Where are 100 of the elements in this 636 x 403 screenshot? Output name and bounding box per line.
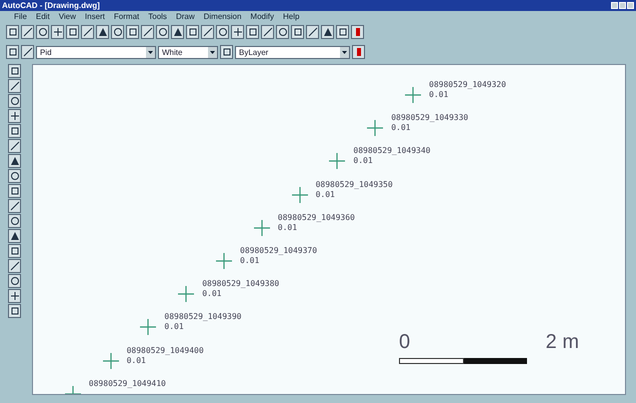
point-value: 0.01: [316, 190, 336, 200]
menu-item[interactable]: Tools: [148, 12, 167, 21]
menu-item[interactable]: View: [58, 12, 76, 21]
layer-dropdown[interactable]: Pid: [36, 46, 156, 58]
toolbar-button[interactable]: [220, 45, 233, 59]
triangle-icon: [10, 231, 20, 241]
toolbar-button[interactable]: [21, 25, 34, 39]
scale-end-label: 2 m: [546, 331, 579, 354]
toolbar-button[interactable]: [141, 25, 154, 39]
toolbar-button[interactable]: [351, 25, 364, 39]
circle-icon: [112, 27, 122, 37]
triangle-icon: [322, 27, 332, 37]
toolbar-button[interactable]: [8, 244, 21, 258]
menu-item[interactable]: Insert: [84, 12, 105, 21]
point-label: 08980529_1049330: [391, 113, 468, 124]
toolbar-button[interactable]: [6, 25, 19, 39]
point-value: 0.01: [202, 289, 222, 300]
point-value: 0.01: [278, 222, 298, 233]
toolbar-button[interactable]: [126, 25, 139, 39]
toolbar-button[interactable]: [352, 45, 365, 59]
toolbar-button[interactable]: [8, 109, 21, 123]
point-value: 0.01: [391, 123, 412, 134]
cross-icon: [232, 27, 242, 37]
toolbar-button[interactable]: [336, 25, 349, 39]
toolbar-button[interactable]: [96, 25, 109, 39]
square-icon: [8, 27, 18, 37]
menu-item[interactable]: Edit: [36, 12, 50, 21]
caret-icon: [146, 46, 155, 58]
toolbar-button[interactable]: [291, 25, 304, 39]
cross-marker-icon: [405, 87, 421, 103]
toolbar-button[interactable]: [8, 259, 21, 273]
menu-item[interactable]: Modify: [250, 12, 274, 21]
toolbar-button[interactable]: [8, 199, 21, 213]
window-title: AutoCAD - [Drawing.dwg]: [2, 1, 100, 10]
square-icon: [338, 27, 348, 37]
square-icon: [10, 306, 20, 316]
diagonal-line-icon: [308, 27, 318, 37]
circle-icon: [10, 171, 20, 181]
toolbar-button[interactable]: [81, 25, 94, 39]
toolbar-button[interactable]: [306, 25, 319, 39]
square-icon: [10, 126, 20, 136]
toolbar-button[interactable]: [156, 25, 169, 39]
circle-icon: [10, 276, 20, 286]
point-label: 08980529_1049350: [316, 180, 393, 190]
toolbar-button[interactable]: [8, 64, 21, 78]
point-value: 0.01: [126, 356, 147, 366]
square-icon: [222, 47, 232, 57]
point-label: 08980529_1049410: [88, 378, 166, 389]
menu-item[interactable]: Help: [282, 12, 300, 21]
toolbar-button[interactable]: [246, 25, 259, 39]
point-label: 08980529_1049380: [202, 279, 280, 290]
diagonal-line-icon: [10, 201, 20, 211]
toolbar-button[interactable]: [8, 139, 21, 153]
toolbar-button[interactable]: [111, 25, 124, 39]
toolbar-button[interactable]: [8, 229, 21, 243]
toolbar-button[interactable]: [8, 94, 21, 108]
toolbar-button[interactable]: [21, 45, 34, 59]
cross-marker-icon: [102, 352, 119, 369]
cross-marker-icon: [140, 319, 156, 336]
menu-item[interactable]: Draw: [176, 12, 195, 21]
toolbar-button[interactable]: [321, 25, 334, 39]
point-label: 08980529_1049360: [278, 212, 355, 223]
toolbar-button[interactable]: [8, 214, 21, 228]
color-dropdown[interactable]: White: [158, 46, 218, 58]
toolbar-button[interactable]: [231, 25, 244, 39]
diagonal-line-icon: [82, 27, 92, 37]
cross-marker-icon: [329, 153, 346, 170]
cross-marker-icon: [178, 286, 194, 302]
cross-icon: [10, 111, 20, 121]
scale-start-label: 0: [399, 331, 410, 354]
menu-item[interactable]: Dimension: [204, 12, 242, 21]
point-label: 08980529_1049390: [164, 312, 242, 322]
toolbar-button[interactable]: [8, 124, 21, 138]
square-icon: [248, 27, 258, 37]
caret-icon: [340, 46, 349, 58]
toolbar-button[interactable]: [201, 25, 214, 39]
toolbar-button[interactable]: [276, 25, 289, 39]
square-icon: [8, 47, 18, 57]
linetype-dropdown[interactable]: ByLayer: [235, 46, 350, 58]
toolbar-button[interactable]: [261, 25, 274, 39]
toolbar-button[interactable]: [36, 25, 49, 39]
toolbar-button[interactable]: [8, 304, 21, 318]
point-label: 08980529_1049370: [240, 246, 318, 256]
toolbar-button[interactable]: [216, 25, 229, 39]
toolbar-button[interactable]: [8, 79, 21, 93]
toolbar-button[interactable]: [171, 25, 184, 39]
toolbar-button[interactable]: [6, 45, 19, 59]
toolbar-button[interactable]: [51, 25, 64, 39]
diagonal-line-icon: [10, 81, 20, 91]
toolbar-button[interactable]: [66, 25, 79, 39]
toolbar-button[interactable]: [8, 289, 21, 303]
diagonal-line-icon: [22, 27, 32, 37]
toolbar-button[interactable]: [8, 154, 21, 168]
menu-item[interactable]: Format: [114, 12, 140, 21]
toolbar-button[interactable]: [8, 274, 21, 288]
menu-item[interactable]: File: [14, 12, 27, 21]
diagonal-line-icon: [262, 27, 272, 37]
toolbar-button[interactable]: [8, 169, 21, 183]
toolbar-button[interactable]: [8, 184, 21, 198]
toolbar-button[interactable]: [186, 25, 199, 39]
